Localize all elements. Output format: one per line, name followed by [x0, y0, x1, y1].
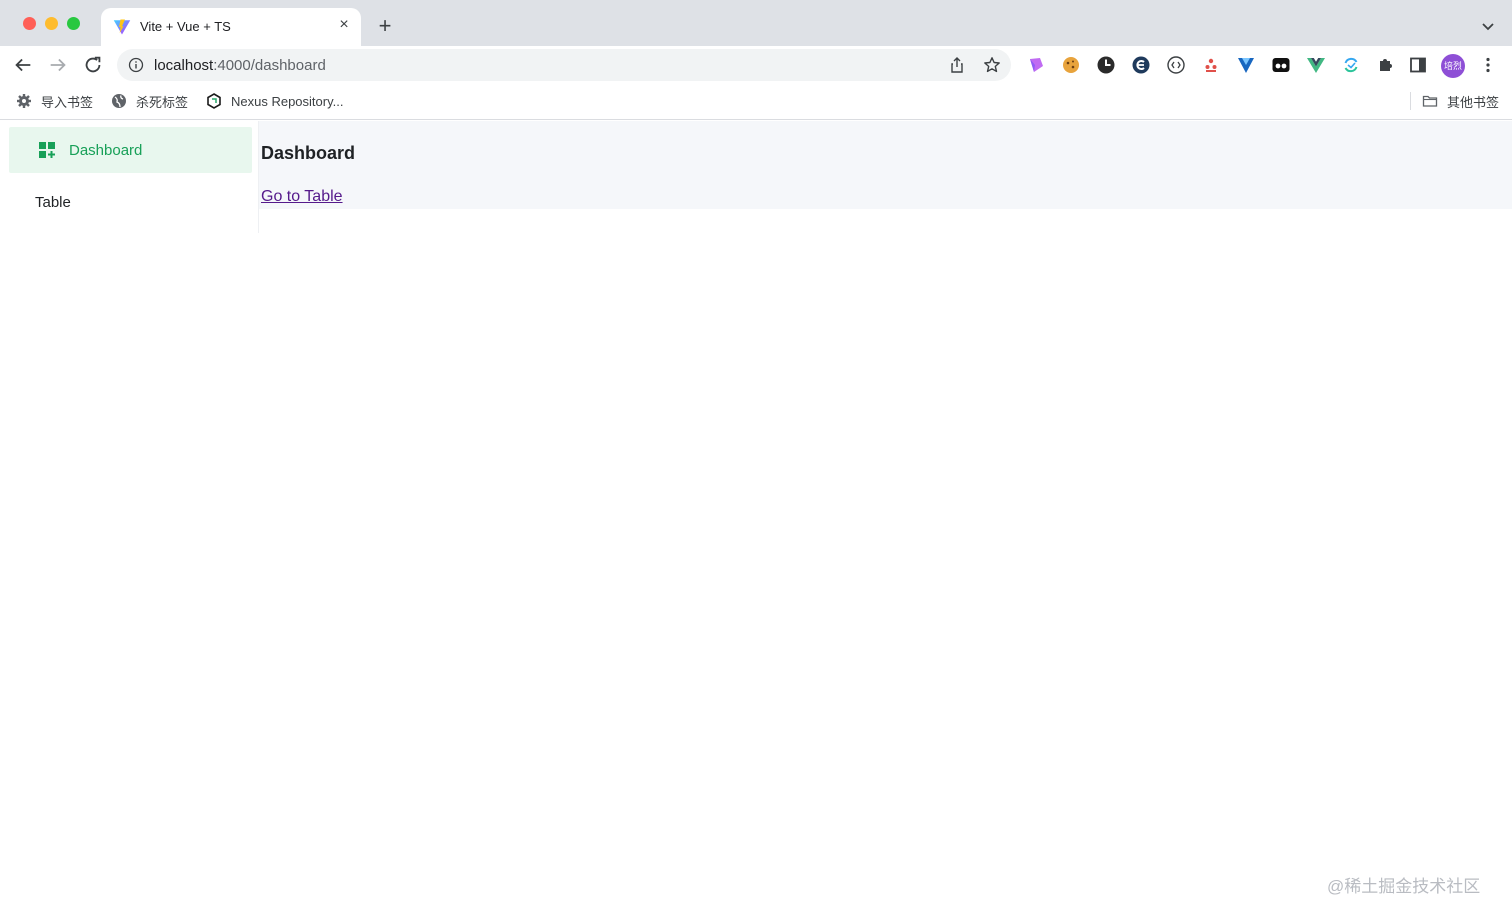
site-info-icon[interactable]	[128, 57, 144, 73]
minimize-window-button[interactable]	[45, 17, 58, 30]
vuetify-icon[interactable]	[1236, 55, 1256, 75]
code-brackets-icon[interactable]	[1166, 55, 1186, 75]
sidebar-item-dashboard[interactable]: Dashboard	[9, 127, 252, 173]
sidebar-menu: Dashboard Table	[0, 121, 259, 233]
bookmarks-bar: 导入书签 杀死标签 Nexus Repository... 其他书签	[0, 84, 1512, 120]
people-icon[interactable]	[1201, 55, 1221, 75]
page-viewport: Dashboard Table Dashboard Go to Table @稀…	[0, 121, 1512, 918]
sidebar-item-label: Dashboard	[69, 141, 143, 159]
gear-icon	[17, 94, 31, 108]
address-bar[interactable]: localhost:4000/dashboard	[117, 49, 1011, 81]
sidebar-item-label: Table	[35, 193, 71, 211]
bookmark-label: 导入书签	[41, 94, 94, 110]
edge-icon[interactable]	[1131, 55, 1151, 75]
bookmark-kill-tabs[interactable]: 杀死标签	[111, 91, 188, 111]
reload-icon[interactable]	[82, 54, 104, 76]
forward-arrow-icon[interactable]	[47, 54, 69, 76]
clock-icon[interactable]	[1096, 55, 1116, 75]
sync-icon[interactable]	[1341, 55, 1361, 75]
more-vertical-icon[interactable]	[1478, 55, 1498, 75]
bookmark-nexus[interactable]: Nexus Repository...	[206, 91, 343, 111]
other-bookmarks-label: 其他书签	[1447, 94, 1500, 110]
watermark: @稀土掘金技术社区	[1327, 877, 1481, 896]
palette-icon[interactable]	[1026, 55, 1046, 75]
browser-toolbar: localhost:4000/dashboard 培烈	[0, 46, 1512, 84]
bookmarks-divider	[1410, 92, 1411, 110]
browser-tab[interactable]: Vite + Vue + TS ×	[101, 8, 361, 46]
dashboard-icon	[39, 142, 55, 158]
share-icon[interactable]	[948, 56, 966, 74]
go-to-table-link[interactable]: Go to Table	[261, 188, 343, 206]
other-bookmarks[interactable]: 其他书签	[1422, 91, 1499, 111]
side-panel-icon[interactable]	[1408, 55, 1428, 75]
record-icon[interactable]	[1271, 55, 1291, 75]
bookmark-label: 杀死标签	[136, 94, 189, 110]
cookie-icon[interactable]	[1061, 55, 1081, 75]
tab-close-button[interactable]: ×	[335, 16, 353, 34]
hexagon-icon	[207, 93, 221, 109]
bookmark-label: Nexus Repository...	[231, 93, 344, 109]
bookmark-star-icon[interactable]	[983, 56, 1001, 74]
page-title: Dashboard	[261, 143, 356, 163]
url-path: :4000/dashboard	[213, 57, 326, 74]
sidebar-item-table[interactable]: Table	[9, 179, 252, 225]
globe-icon	[112, 94, 126, 108]
bookmark-import[interactable]: 导入书签	[16, 91, 93, 111]
title-bar: Vite + Vue + TS × +	[0, 0, 1512, 46]
tab-search-chevron-icon[interactable]	[1476, 16, 1500, 36]
profile-avatar[interactable]: 培烈	[1441, 54, 1465, 78]
maximize-window-button[interactable]	[67, 17, 80, 30]
new-tab-button[interactable]: +	[374, 15, 396, 37]
back-arrow-icon[interactable]	[12, 54, 34, 76]
tab-title: Vite + Vue + TS	[140, 19, 231, 34]
close-window-button[interactable]	[23, 17, 36, 30]
vue-devtools-icon[interactable]	[1306, 55, 1326, 75]
url-host: localhost	[154, 57, 214, 74]
folder-icon	[1422, 95, 1438, 107]
main-content: Dashboard Go to Table	[259, 121, 1512, 209]
puzzle-icon[interactable]	[1376, 55, 1396, 75]
vite-logo-icon	[113, 19, 131, 35]
url-text[interactable]: localhost:4000/dashboard	[154, 57, 326, 74]
